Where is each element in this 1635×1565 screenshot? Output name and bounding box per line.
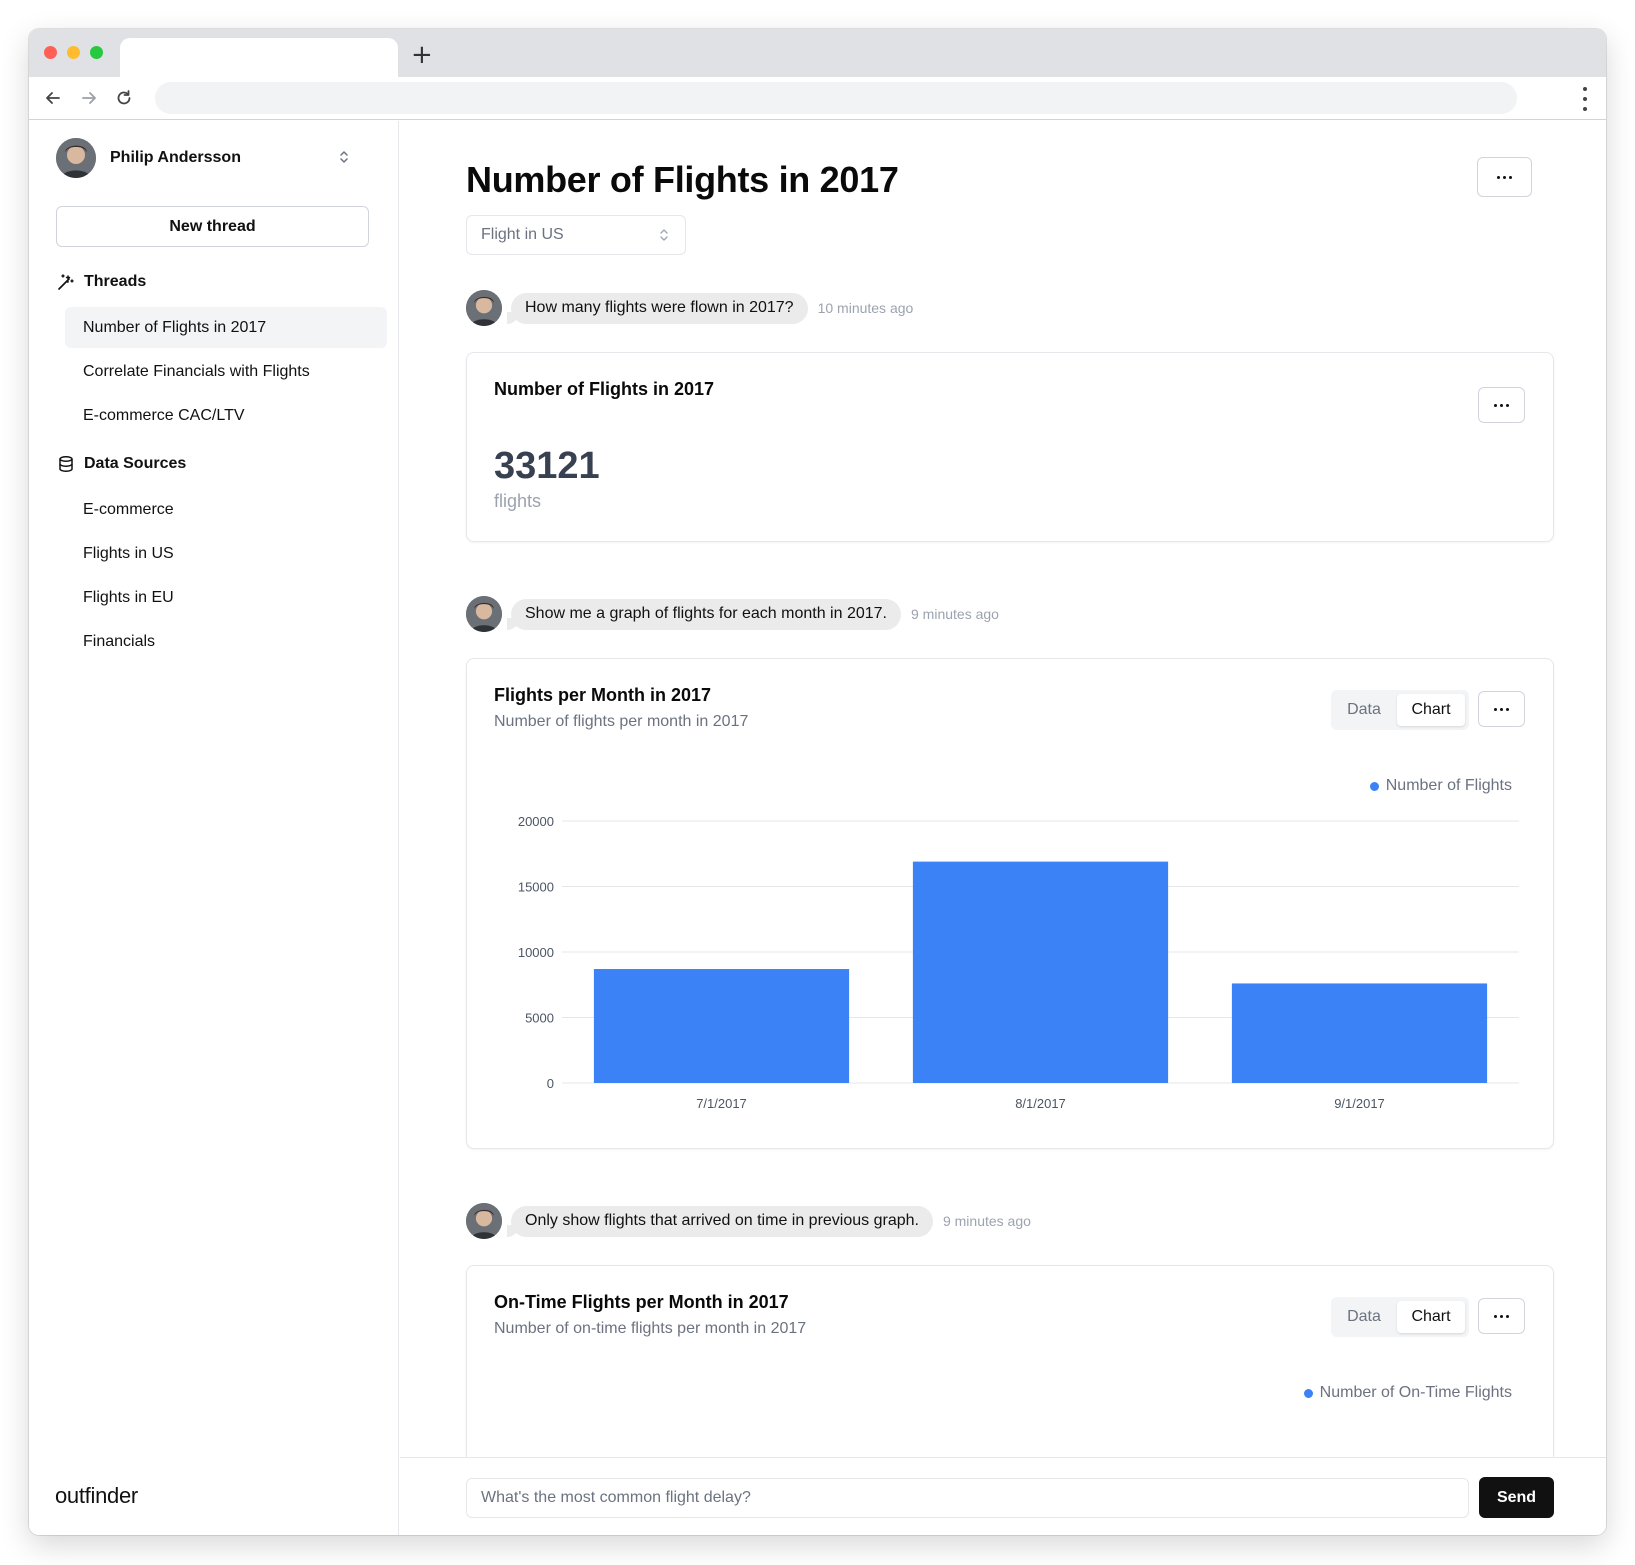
threads-label: Threads: [84, 273, 147, 290]
threads-section-header: Threads: [56, 272, 146, 292]
card-more-button[interactable]: [1478, 387, 1525, 423]
message-timestamp: 9 minutes ago: [942, 1213, 1031, 1229]
x-tick-label: 9/1/2017: [1334, 1096, 1385, 1111]
more-dots-icon: [1494, 403, 1497, 407]
y-tick-label: 20000: [518, 814, 554, 829]
result-value: 33121: [494, 445, 600, 487]
view-toggle: Data Chart: [1331, 1297, 1469, 1337]
avatar: [466, 290, 502, 326]
card-subtitle: Number of on-time flights per month in 2…: [494, 1320, 807, 1337]
sidebar: Philip Andersson New thread Threads Numb…: [29, 121, 399, 1535]
data-sources-section-header: Data Sources: [56, 454, 186, 474]
database-icon: [56, 454, 76, 474]
y-tick-label: 0: [547, 1076, 554, 1091]
data-source-financials[interactable]: Financials: [65, 621, 387, 662]
card-title: On-Time Flights per Month in 2017: [494, 1292, 789, 1312]
message-bubble: Only show flights that arrived on time i…: [507, 1205, 933, 1237]
message-bubble: Show me a graph of flights for each mont…: [507, 598, 901, 630]
data-source-ecommerce[interactable]: E-commerce: [65, 489, 387, 530]
message-timestamp: 10 minutes ago: [817, 300, 914, 316]
main-content: Number of Flights in 2017 Flight in US H…: [400, 121, 1606, 1535]
x-tick-label: 7/1/2017: [696, 1096, 747, 1111]
card-title: Number of Flights in 2017: [494, 379, 715, 399]
legend-label: Number of On-Time Flights: [1319, 1384, 1512, 1401]
data-source-label: Flights in US: [83, 544, 174, 562]
bar-chart: 0 5000 10000 15000 20000 7/1/2017 8/1/2017 9/1/…: [518, 814, 1519, 1111]
card-more-button[interactable]: [1478, 1298, 1525, 1334]
user-message: Show me a graph of flights for each mont…: [466, 596, 999, 632]
chevron-up-down-icon[interactable]: [338, 149, 350, 170]
browser-toolbar: [29, 77, 1606, 120]
avatar: [466, 596, 502, 632]
user-message: Only show flights that arrived on time i…: [466, 1203, 1031, 1239]
thread-item-correlate-financials[interactable]: Correlate Financials with Flights: [65, 351, 387, 392]
thread-item-label: Number of Flights in 2017: [83, 318, 267, 336]
message-input[interactable]: [466, 1478, 1469, 1518]
result-card-chart: Flights per Month in 2017 Number of flig…: [466, 658, 1554, 1149]
outfinder-logo: outfinder: [55, 1483, 138, 1508]
y-tick-label: 10000: [518, 945, 554, 960]
data-tab[interactable]: Data: [1335, 1301, 1393, 1333]
avatar: [466, 1203, 502, 1239]
y-tick-label: 5000: [525, 1011, 554, 1026]
message-bubble: How many flights were flown in 2017?: [507, 292, 808, 324]
data-source-label: Flights in EU: [83, 588, 174, 606]
title-bar: +: [29, 29, 1606, 77]
user-switcher[interactable]: Philip Andersson: [56, 138, 241, 178]
page-more-button[interactable]: [1477, 157, 1532, 197]
result-unit: flights: [494, 491, 542, 511]
more-dots-icon: [1497, 175, 1500, 179]
thread-item-ecommerce-cac-ltv[interactable]: E-commerce CAC/LTV: [65, 395, 387, 436]
maximize-window-button[interactable]: [90, 46, 103, 59]
avatar: [56, 138, 96, 178]
user-message: How many flights were flown in 2017? 10 …: [466, 290, 913, 326]
result-card-number: Number of Flights in 2017 33121 flights: [466, 352, 1554, 542]
data-source-flights-us[interactable]: Flights in US: [65, 533, 387, 574]
chevron-up-down-icon: [659, 228, 669, 247]
more-dots-icon: [1494, 1314, 1497, 1318]
data-sources-label: Data Sources: [84, 455, 187, 472]
chart-tab[interactable]: Chart: [1397, 1301, 1465, 1333]
new-tab-button[interactable]: +: [411, 42, 433, 68]
composer: Send: [400, 1457, 1606, 1535]
browser-window: + Philip Andersson New thread Threads Nu…: [29, 29, 1606, 1535]
address-bar[interactable]: [155, 82, 1517, 114]
bar-7/1/2017: [593, 969, 850, 1083]
thread-item-number-of-flights[interactable]: Number of Flights in 2017: [65, 307, 387, 348]
bar-8/1/2017: [912, 861, 1169, 1083]
magic-wand-icon: [56, 272, 76, 292]
new-thread-button[interactable]: New thread: [56, 206, 369, 247]
user-name: Philip Andersson: [110, 149, 241, 166]
x-tick-label: 8/1/2017: [1015, 1096, 1066, 1111]
minimize-window-button[interactable]: [67, 46, 80, 59]
bar-9/1/2017: [1231, 983, 1488, 1083]
forward-arrow-icon[interactable]: [76, 85, 102, 111]
close-window-button[interactable]: [44, 46, 57, 59]
data-source-label: Financials: [83, 632, 156, 650]
reload-icon[interactable]: [111, 85, 137, 111]
thread-item-label: Correlate Financials with Flights: [83, 362, 310, 380]
data-source-flights-eu[interactable]: Flights in EU: [65, 577, 387, 618]
page-title: Number of Flights in 2017: [466, 159, 899, 200]
data-source-select-value: Flight in US: [481, 226, 564, 243]
data-source-select[interactable]: Flight in US: [466, 215, 686, 255]
kebab-menu-icon[interactable]: [1582, 87, 1588, 111]
chart-legend: Number of On-Time Flights: [1303, 1384, 1512, 1402]
thread-item-label: E-commerce CAC/LTV: [83, 406, 245, 424]
data-source-label: E-commerce: [83, 500, 174, 518]
legend-swatch: [1303, 1388, 1313, 1398]
y-tick-label: 15000: [518, 880, 554, 895]
send-button[interactable]: Send: [1479, 1477, 1554, 1518]
back-arrow-icon[interactable]: [40, 85, 66, 111]
message-timestamp: 9 minutes ago: [911, 606, 999, 622]
browser-tab[interactable]: [120, 38, 398, 77]
